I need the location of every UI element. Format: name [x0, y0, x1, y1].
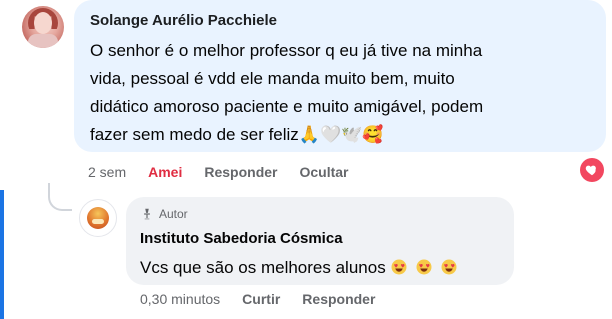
comment-timestamp[interactable]: 2 sem: [88, 164, 126, 180]
reply-actions: 0,30 minutos Curtir Responder: [140, 291, 375, 307]
reaction-badge[interactable]: [580, 158, 604, 182]
reply-author[interactable]: Instituto Sabedoria Cósmica: [140, 230, 343, 247]
heart-eyes-emoji-icon: [441, 259, 457, 275]
heart-icon: [585, 165, 596, 176]
avatar-face: [34, 12, 52, 34]
thread-indicator: [0, 190, 4, 319]
comment-actions: 2 sem Amei Responder Ocultar: [88, 163, 349, 181]
comment-author[interactable]: Solange Aurélio Pacchiele: [90, 12, 277, 29]
reply-text-content: Vcs que são os melhores alunos: [140, 258, 386, 277]
avatar-clothing: [28, 34, 58, 48]
heart-eyes-emoji-icon: [391, 259, 407, 275]
heart-eyes-emoji-icon: [416, 259, 432, 275]
reply-bubble: Autor Instituto Sabedoria Cósmica Vcs qu…: [126, 197, 514, 285]
reply-reply-button[interactable]: Responder: [302, 291, 375, 307]
institute-logo-icon: [87, 207, 109, 229]
author-badge: Autor: [140, 207, 188, 221]
reply-avatar[interactable]: [79, 199, 117, 237]
microphone-icon: [144, 208, 150, 220]
comment-text: O senhor é o melhor professor q eu já ti…: [90, 41, 484, 144]
comment-bubble: Solange Aurélio Pacchiele O senhor é o m…: [74, 0, 606, 152]
reply-emojis: [390, 258, 459, 277]
thread-connector: [48, 183, 72, 211]
reply-timestamp[interactable]: 0,30 minutos: [140, 291, 220, 307]
reply-button[interactable]: Responder: [204, 164, 277, 180]
avatar[interactable]: [22, 6, 64, 48]
author-badge-label: Autor: [159, 207, 188, 221]
love-reaction-button[interactable]: Amei: [148, 164, 182, 180]
hide-button[interactable]: Ocultar: [299, 164, 348, 180]
like-button[interactable]: Curtir: [242, 291, 280, 307]
reply-text: Vcs que são os melhores alunos: [140, 256, 500, 280]
